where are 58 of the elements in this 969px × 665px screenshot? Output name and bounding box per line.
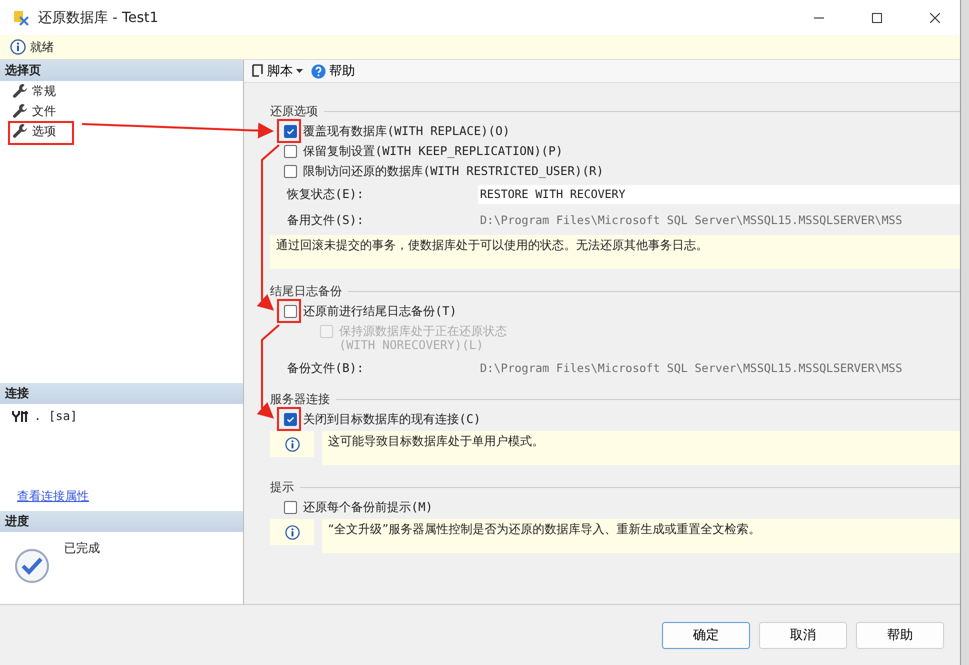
window-title: 还原数据库 - Test1 <box>38 8 160 26</box>
status-text: 就绪 <box>30 38 54 56</box>
dialog-button[interactable]: 确定 <box>662 622 750 648</box>
page-item[interactable]: 文件 <box>0 101 243 121</box>
checkbox[interactable] <box>284 413 297 426</box>
page-item[interactable]: 选项 <box>0 121 243 141</box>
group-title: 提示 <box>270 478 294 496</box>
info-icon <box>284 436 300 452</box>
check-icon <box>286 415 295 424</box>
checkbox-label[interactable]: 还原每个备份前提示(M) <box>270 497 960 517</box>
plug-icon <box>12 410 30 422</box>
section-header: 选择页 <box>0 60 243 81</box>
script-icon <box>250 64 264 78</box>
page-item[interactable]: 常规 <box>0 81 243 101</box>
info-icon <box>10 39 26 55</box>
field-value: D:\Program Files\Microsoft SQL Server\MSSQL15.MSSQLSERVER\MSS <box>479 360 904 377</box>
section-header: 连接 <box>0 383 243 404</box>
group-title: 结尾日志备份 <box>270 282 342 300</box>
caret-icon <box>296 68 303 74</box>
field-label: 备用文件(S): <box>286 212 365 228</box>
checkbox[interactable] <box>284 305 297 318</box>
help-button[interactable]: 帮助 <box>309 62 357 80</box>
checkbox[interactable] <box>284 145 297 158</box>
wrench-icon <box>12 83 28 99</box>
checkbox-label[interactable]: 限制访问还原的数据库(WITH RESTRICTED_USER)(R) <box>270 161 960 181</box>
checkbox[interactable] <box>284 125 297 138</box>
note-text: 通过回滚未提交的事务，使数据库处于可以使用的状态。无法还原其他事务日志。 <box>270 235 960 269</box>
checkbox-label[interactable]: 还原前进行结尾日志备份(T) <box>270 301 960 321</box>
checkbox-label[interactable]: 关闭到目标数据库的现有连接(C) <box>270 409 960 429</box>
connection-properties-link[interactable]: 查看连接属性 <box>17 488 243 505</box>
input-field[interactable]: RESTORE WITH RECOVERY <box>478 184 960 204</box>
connection-text: . [sa] <box>34 409 78 423</box>
field-label: 备份文件(B): <box>286 360 365 376</box>
group-title: 还原选项 <box>270 102 318 120</box>
database-icon <box>12 8 30 26</box>
info-icon <box>284 524 300 540</box>
dialog-button[interactable]: 帮助 <box>856 622 944 648</box>
field-label: 恢复状态(E): <box>286 186 365 202</box>
wrench-icon <box>12 103 28 119</box>
script-button[interactable]: 脚本 <box>248 62 305 80</box>
help-icon <box>311 64 326 78</box>
note-text: “全文升级”服务器属性控制是否为还原的数据库导入、重新生成或重置全文检索。 <box>322 519 960 553</box>
wrench-icon <box>12 123 28 139</box>
check-icon <box>286 127 295 136</box>
checkbox-label[interactable]: 覆盖现有数据库(WITH REPLACE)(O) <box>270 121 960 141</box>
group-title: 服务器连接 <box>270 390 330 408</box>
dialog-button[interactable]: 取消 <box>759 622 847 648</box>
minimize-icon <box>814 16 824 18</box>
progress-text: 已完成 <box>64 540 100 557</box>
section-header: 进度 <box>0 511 243 532</box>
checkbox[interactable] <box>284 501 297 514</box>
field-value: D:\Program Files\Microsoft SQL Server\MSSQL15.MSSQLSERVER\MSS <box>479 212 904 229</box>
checkmark-icon <box>14 548 50 584</box>
maximize-icon <box>872 12 882 22</box>
close-icon <box>930 12 940 22</box>
note-text: 这可能导致目标数据库处于单用户模式。 <box>322 431 960 465</box>
checkbox-label[interactable]: 保留复制设置(WITH KEEP_REPLICATION)(P) <box>270 141 960 161</box>
checkbox[interactable] <box>284 165 297 178</box>
